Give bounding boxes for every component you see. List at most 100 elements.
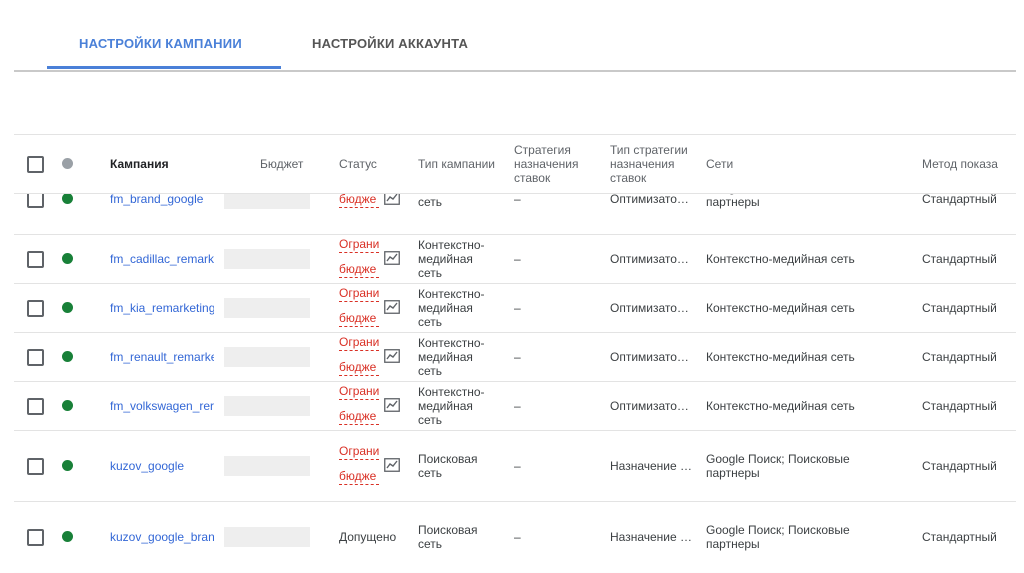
campaign-type-line2: медийная (418, 399, 473, 413)
chart-icon[interactable] (384, 251, 400, 265)
delivery-method: Стандартный (922, 459, 997, 473)
header-bid-strategy-line2: назначения (514, 157, 579, 171)
networks-line1: Google Поиск; Поисковые (706, 452, 850, 466)
campaign-type-line2: медийная (418, 252, 473, 266)
networks: Google Поиск; Поисковыепартнеры (706, 523, 876, 551)
row-checkbox[interactable] (27, 349, 44, 366)
delivery-method: Стандартный (922, 192, 997, 206)
table-row: kuzov_google Ограни бюдже Поисковая сеть – Наз… (14, 431, 1016, 502)
bid-strategy-type: Назначение … (610, 459, 692, 473)
status-limited-by-budget[interactable]: Ограни бюдже (339, 286, 379, 336)
networks-line1: Контекстно-медийная сеть (706, 350, 855, 364)
networks: Google Поиск; Поисковыепартнеры (706, 452, 876, 480)
header-bid-strategy[interactable]: Стратегия назначения ставок (514, 143, 578, 185)
campaign-type-line3: сеть (418, 413, 443, 427)
header-networks[interactable]: Сети (706, 157, 733, 171)
campaign-type-line3: сеть (418, 364, 443, 378)
campaign-name-link[interactable]: kuzov_google (110, 459, 214, 473)
row-checkbox[interactable] (27, 529, 44, 546)
status-line2: бюдже (339, 311, 379, 327)
networks-line1: Контекстно-медийная сеть (706, 252, 855, 266)
row-checkbox[interactable] (27, 300, 44, 317)
status-line2: бюдже (339, 360, 379, 376)
delivery-method: Стандартный (922, 301, 997, 315)
campaign-type: Контекстно-медийная сеть (418, 238, 508, 280)
row-checkbox[interactable] (27, 251, 44, 268)
header-delivery-method[interactable]: Метод показа (922, 157, 998, 171)
bid-strategy-type: Оптимизато… (610, 399, 689, 413)
delivery-method: Стандартный (922, 399, 997, 413)
campaign-type-line1: Поисковая (418, 523, 478, 537)
status-header-dot-icon (62, 158, 73, 169)
delivery-method: Стандартный (922, 350, 997, 364)
delivery-method: Стандартный (922, 252, 997, 266)
budget-redacted (224, 298, 310, 318)
campaign-name-link[interactable]: fm_cadillac_remark (110, 252, 214, 266)
bid-strategy-type: Назначение … (610, 530, 692, 544)
campaign-name-link[interactable]: kuzov_google_bran (110, 530, 214, 544)
campaign-name-link[interactable]: fm_volkswagen_rer (110, 399, 214, 413)
chart-icon[interactable] (384, 349, 400, 363)
table-row: fm_volkswagen_rer Ограни бюдже Контекстно-м… (14, 382, 1016, 431)
status-line1: Ограни (339, 384, 379, 400)
campaign-type-line2: сеть (418, 195, 443, 209)
status-limited-by-budget[interactable]: Ограни бюдже (339, 335, 379, 385)
campaign-type-line1: Поисковая (418, 452, 478, 466)
bid-strategy-type: Оптимизато… (610, 350, 689, 364)
chart-icon[interactable] (384, 458, 400, 472)
networks-line2: партнеры (706, 537, 760, 551)
campaign-name-link[interactable]: fm_brand_google (110, 192, 214, 206)
status-limited-by-budget[interactable]: Ограни бюдже (339, 384, 379, 434)
status-line1: Ограни (339, 444, 379, 460)
header-bid-strategy-line3: ставок (514, 171, 551, 185)
campaign-type-line1: Контекстно- (418, 287, 485, 301)
header-bid-strategy-type[interactable]: Тип стратегии назначения ставок (610, 143, 688, 185)
campaign-name-link[interactable]: fm_kia_remarketing (110, 301, 214, 315)
tab-account-settings[interactable]: НАСТРОЙКИ АККАУНТА (312, 36, 468, 51)
select-all-checkbox[interactable] (27, 156, 44, 173)
enabled-status-dot-icon (62, 351, 73, 362)
enabled-status-dot-icon (62, 253, 73, 264)
header-campaign-type[interactable]: Тип кампании (418, 157, 495, 171)
tab-campaign-settings[interactable]: НАСТРОЙКИ КАМПАНИИ (79, 36, 242, 51)
status-line1: Ограни (339, 237, 379, 253)
enabled-status-dot-icon (62, 302, 73, 313)
settings-tabs: НАСТРОЙКИ КАМПАНИИ НАСТРОЙКИ АККАУНТА (14, 0, 1016, 72)
status-text: Допущено (339, 530, 397, 544)
header-campaign[interactable]: Кампания (110, 157, 169, 171)
campaign-name-link[interactable]: fm_renault_remarke (110, 350, 214, 364)
campaign-type-line1: Контекстно- (418, 385, 485, 399)
enabled-status-dot-icon (62, 531, 73, 542)
networks-line2: партнеры (706, 195, 760, 209)
bid-strategy: – (514, 301, 521, 315)
bid-strategy: – (514, 350, 521, 364)
status-limited-by-budget[interactable]: Ограни бюдже (339, 237, 379, 287)
budget-redacted (224, 456, 310, 476)
bid-strategy: – (514, 530, 521, 544)
status-line2: бюдже (339, 192, 379, 208)
networks-line1: Контекстно-медийная сеть (706, 399, 855, 413)
row-checkbox[interactable] (27, 458, 44, 475)
campaign-type-line3: сеть (418, 266, 443, 280)
row-checkbox[interactable] (27, 398, 44, 415)
bid-strategy: – (514, 399, 521, 413)
chart-icon[interactable] (384, 398, 400, 412)
campaign-type-line2: сеть (418, 466, 443, 480)
budget-redacted (224, 396, 310, 416)
status-line2: бюдже (339, 262, 379, 278)
table-row: fm_cadillac_remark Ограни бюдже Контекстно-… (14, 235, 1016, 284)
bid-strategy-type: Оптимизато… (610, 252, 689, 266)
bid-strategy-type: Оптимизато… (610, 192, 689, 206)
header-budget[interactable]: Бюджет (260, 157, 303, 171)
status-line1: Ограни (339, 286, 379, 302)
header-status[interactable]: Статус (339, 157, 377, 171)
enabled-status-dot-icon (62, 460, 73, 471)
status-limited-by-budget[interactable]: Ограни бюдже (339, 444, 379, 494)
enabled-status-dot-icon (62, 193, 73, 204)
delivery-method: Стандартный (922, 530, 997, 544)
networks: Контекстно-медийная сеть (706, 301, 876, 315)
header-bid-strategy-type-line2: назначения (610, 157, 675, 171)
active-tab-indicator (47, 66, 281, 69)
chart-icon[interactable] (384, 300, 400, 314)
budget-redacted (224, 527, 310, 547)
